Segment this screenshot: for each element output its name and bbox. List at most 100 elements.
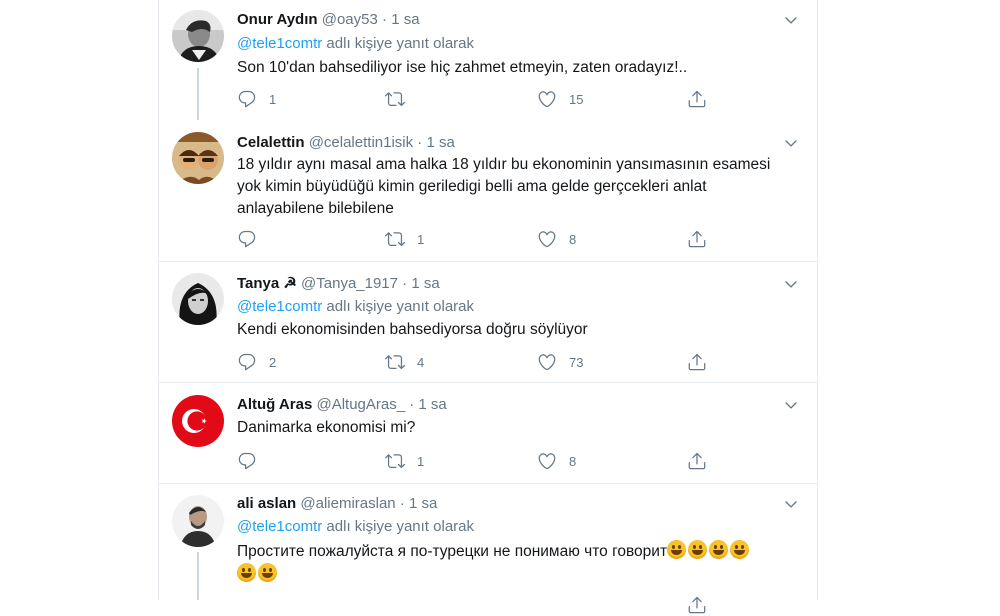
grinning-face-emoji (237, 563, 256, 582)
timestamp[interactable]: 1 sa (426, 134, 454, 151)
tweet-text: Простите пожалуйста я по-турецки не пони… (237, 543, 668, 560)
like-button[interactable]: 15 (537, 88, 583, 110)
heart-icon (537, 451, 557, 471)
mention-link[interactable]: @tele1comtr (237, 298, 322, 315)
thread-line (197, 552, 199, 600)
reply-button[interactable]: 2 (237, 351, 276, 373)
like-count: 73 (569, 354, 584, 370)
retweet-count: 1 (417, 231, 425, 247)
separator-dot: · (377, 11, 392, 28)
replies-column: Onur Aydın @oay53 · 1 sa @tele1comtr adl… (158, 0, 818, 600)
share-icon (687, 595, 707, 615)
user-handle[interactable]: @Tanya_1917 (301, 275, 398, 292)
share-button[interactable] (687, 228, 707, 250)
user-handle[interactable]: @oay53 (322, 11, 378, 28)
mention-link[interactable]: @tele1comtr (237, 35, 322, 52)
reply-button[interactable] (237, 228, 269, 250)
reply-icon (237, 352, 257, 372)
reply-context: @tele1comtr adlı kişiye yanıt olarak (237, 34, 474, 54)
retweet-icon (385, 229, 405, 249)
tweet-actions: 2 4 73 (237, 351, 717, 373)
display-name[interactable]: Celalettin (237, 134, 305, 151)
share-button[interactable] (687, 594, 707, 616)
like-button[interactable]: 8 (537, 450, 576, 472)
timestamp[interactable]: 1 sa (411, 275, 439, 292)
mention-link[interactable]: @tele1comtr (237, 518, 322, 535)
timestamp[interactable]: 1 sa (418, 396, 446, 413)
reply-context: @tele1comtr adlı kişiye yanıt olarak (237, 517, 474, 537)
reply-icon (237, 89, 257, 109)
separator-dot: · (395, 495, 409, 512)
retweet-button[interactable]: 4 (385, 351, 424, 373)
like-count: 8 (569, 453, 577, 469)
chevron-down-icon[interactable] (783, 397, 799, 413)
reply-button[interactable]: 1 (237, 88, 276, 110)
tweet-text: 18 yıldır aynı masal ama halka 18 yıldır… (237, 156, 771, 217)
separator-dot: · (398, 275, 412, 292)
separator-dot: · (405, 396, 419, 413)
chevron-down-icon[interactable] (783, 276, 799, 292)
tweet-actions (237, 594, 717, 616)
tweet-onur-aydin[interactable]: Onur Aydın @oay53 · 1 sa @tele1comtr adl… (159, 0, 817, 120)
tweet-ali-aslan[interactable]: ali aslan @aliemiraslan · 1 sa @tele1com… (159, 484, 817, 600)
display-name[interactable]: ali aslan (237, 495, 296, 512)
display-name[interactable]: Onur Aydın (237, 11, 318, 28)
user-handle[interactable]: @aliemiraslan (300, 495, 395, 512)
tweet-actions: 1 8 (237, 450, 717, 472)
share-button[interactable] (687, 351, 707, 373)
user-handle[interactable]: @celalettin1isik (309, 134, 413, 151)
reply-icon (237, 229, 257, 249)
share-icon (687, 89, 707, 109)
grinning-face-emoji (688, 540, 708, 559)
retweet-button[interactable]: 1 (385, 228, 424, 250)
tweet-celalettin[interactable]: Celalettin @celalettin1isik · 1 sa 18 yı… (159, 120, 817, 262)
avatar[interactable] (172, 395, 224, 447)
reply-count: 1 (269, 91, 277, 107)
avatar[interactable] (172, 132, 224, 184)
reply-icon (237, 451, 257, 471)
like-count: 15 (569, 91, 584, 107)
share-icon (687, 352, 707, 372)
retweet-count: 1 (417, 453, 425, 469)
share-button[interactable] (687, 88, 707, 110)
reply-context: @tele1comtr adlı kişiye yanıt olarak (237, 297, 474, 317)
like-button[interactable]: 8 (537, 228, 576, 250)
retweet-button[interactable] (385, 88, 417, 110)
avatar[interactable] (172, 273, 224, 325)
tweet-text: Danimarka ekonomisi mi? (237, 419, 416, 436)
heart-icon (537, 89, 557, 109)
tweet-tanya[interactable]: Tanya ☭ @Tanya_1917 · 1 sa @tele1comtr a… (159, 262, 817, 383)
display-name[interactable]: Tanya ☭ (237, 275, 297, 292)
like-button[interactable]: 73 (537, 351, 583, 373)
avatar[interactable] (172, 495, 224, 547)
retweet-icon (385, 352, 405, 372)
reply-context-label: adlı kişiye yanıt olarak (322, 518, 475, 535)
chevron-down-icon[interactable] (783, 135, 799, 151)
tweet-text: Kendi ekonomisinden bahsediyorsa doğru s… (237, 321, 588, 338)
tweet-text-container: Простите пожалуйста я по-турецки не пони… (237, 540, 797, 586)
tweet-actions: 1 8 (237, 228, 717, 250)
reply-button[interactable] (237, 450, 269, 472)
display-name[interactable]: Altuğ Aras (237, 396, 312, 413)
like-count: 8 (569, 231, 577, 247)
heart-icon (537, 352, 557, 372)
timestamp[interactable]: 1 sa (409, 495, 437, 512)
grinning-face-emoji (258, 563, 277, 582)
grinning-face-emoji (667, 540, 687, 559)
tweet-text: Son 10'dan bahsediliyor ise hiç zahmet e… (237, 59, 688, 76)
chevron-down-icon[interactable] (783, 496, 799, 512)
grinning-face-emoji (730, 540, 750, 559)
chevron-down-icon[interactable] (783, 12, 799, 28)
timestamp[interactable]: 1 sa (391, 11, 419, 28)
share-button[interactable] (687, 450, 707, 472)
tweet-actions: 1 15 (237, 88, 717, 110)
avatar[interactable] (172, 10, 224, 62)
user-handle[interactable]: @AltugAras_ (316, 396, 405, 413)
share-icon (687, 451, 707, 471)
reply-context-label: adlı kişiye yanıt olarak (322, 35, 475, 52)
tweet-altug-aras[interactable]: Altuğ Aras @AltugAras_ · 1 sa Danimarka … (159, 383, 817, 484)
retweet-count: 4 (417, 354, 425, 370)
reply-count: 2 (269, 354, 277, 370)
separator-dot: · (413, 134, 427, 151)
retweet-button[interactable]: 1 (385, 450, 424, 472)
